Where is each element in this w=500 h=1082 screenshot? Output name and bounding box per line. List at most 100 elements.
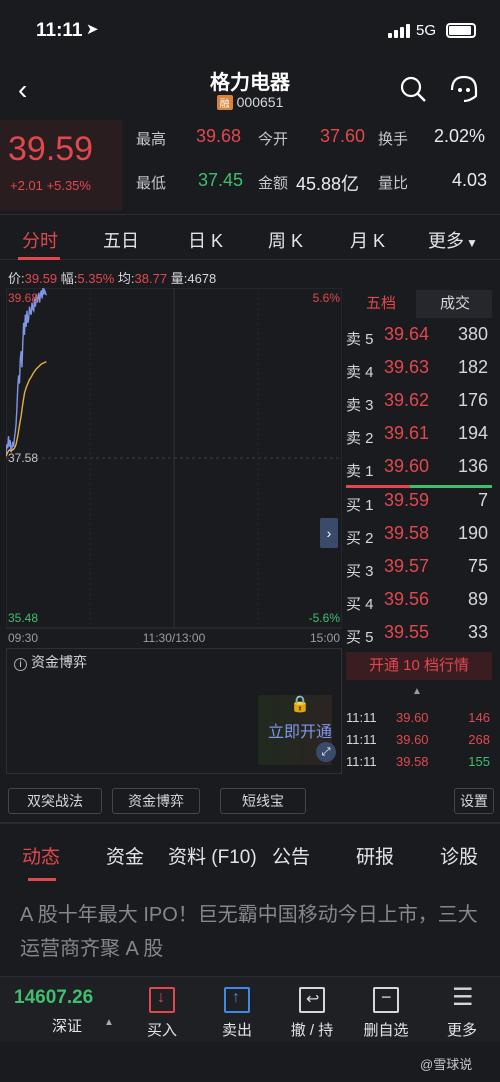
tab-profile[interactable]: 资料 (F10): [168, 842, 257, 869]
more-label: 更多: [446, 1022, 477, 1039]
sell-button[interactable]: ↑ 卖出: [207, 987, 267, 1040]
tab-reports[interactable]: 研报: [356, 842, 394, 869]
y-mid-label: 37.58: [8, 451, 38, 465]
bid-price: 39.57: [384, 556, 430, 576]
ask-vol: 380: [457, 324, 488, 344]
caret-up-icon[interactable]: ▲: [412, 686, 422, 697]
fund-open-link[interactable]: 立即开通: [268, 718, 332, 742]
ask-row: 卖 5 39.64 380: [346, 322, 492, 352]
tick-time: 11:11: [346, 710, 377, 725]
footer: @雪球说: [0, 1042, 500, 1082]
sell-icon: ↑: [224, 987, 250, 1013]
bid-price: 39.59: [384, 490, 430, 510]
nav-bar: ‹ 格力电器 融 000651: [0, 60, 500, 120]
chart-tabs: 分时 五日 日 K 周 K 月 K 更多 ▼: [0, 214, 500, 260]
quote-panel: 39.59 +2.01 +5.35% 最高 39.68 今开 37.60 换手 …: [0, 120, 500, 212]
ask-price: 39.62: [384, 390, 430, 410]
tool-button[interactable]: 资金博弈: [112, 788, 200, 814]
bid-vol: 75: [467, 556, 488, 576]
ask-vol: 194: [457, 423, 488, 443]
quote-label: 最高: [136, 131, 167, 148]
stock-code: 000651: [236, 94, 284, 110]
ask-label: 卖 2: [346, 430, 374, 447]
quote-label: 金额: [258, 175, 289, 192]
tool-button[interactable]: 双突战法: [8, 788, 102, 814]
tick-price: 39.60: [396, 710, 429, 725]
tick-price: 39.58: [396, 754, 429, 769]
buy-button[interactable]: ↓ 买入: [132, 987, 192, 1040]
tab-funds[interactable]: 资金: [106, 842, 144, 869]
quote-value: 37.60: [320, 126, 366, 146]
bid-vol: 89: [467, 589, 488, 609]
remove-watchlist-button[interactable]: − 删自选: [356, 987, 416, 1040]
price-change: +2.01 +5.35%: [10, 178, 91, 193]
ask-price: 39.64: [384, 324, 430, 344]
fund-label: 资金博弈: [31, 654, 87, 670]
more-button[interactable]: ☰ 更多: [432, 984, 492, 1040]
sell-label: 卖出: [221, 1022, 252, 1039]
tool-button[interactable]: 短线宝: [220, 788, 306, 814]
quote-value: 37.45: [198, 170, 244, 190]
ask-label: 卖 3: [346, 397, 374, 414]
ask-price: 39.61: [384, 423, 430, 443]
quote-label: 量比: [378, 175, 409, 192]
expand-panel-icon[interactable]: ›: [320, 518, 338, 548]
ask-label: 卖 5: [346, 331, 374, 348]
bid-row: 买 3 39.57 75: [346, 554, 492, 584]
ask-price: 39.60: [384, 456, 430, 476]
cancel-hold-button[interactable]: ↩ 撤 / 持: [282, 987, 342, 1040]
tab-five-levels[interactable]: 五档: [346, 290, 416, 318]
tick-vol: 268: [468, 732, 490, 747]
x-tick-label: 11:30/13:00: [143, 631, 206, 645]
tab-monthly-k[interactable]: 月 K: [350, 227, 385, 253]
tab-feed[interactable]: 动态: [22, 842, 60, 869]
bid-label: 买 1: [346, 497, 374, 514]
search-icon[interactable]: [400, 76, 426, 102]
x-tick-label: 09:30: [8, 631, 38, 645]
buy-label: 买入: [146, 1022, 177, 1039]
ask-row: 卖 2 39.61 194: [346, 421, 492, 451]
bid-label: 买 4: [346, 596, 374, 613]
bid-label: 买 5: [346, 629, 374, 646]
tab-announcements[interactable]: 公告: [272, 842, 310, 869]
tab-daily-k[interactable]: 日 K: [188, 227, 223, 253]
chevron-down-icon: ▼: [466, 236, 478, 250]
bottom-bar: 14607.26 深证 ▲ ↓ 买入 ↑ 卖出 ↩ 撤 / 持 − 删自选 ☰ …: [0, 976, 500, 1042]
ask-row: 卖 1 39.60 136: [346, 454, 492, 484]
signal-icon: [388, 24, 410, 38]
settings-button[interactable]: 设置: [454, 788, 494, 814]
fullscreen-icon[interactable]: ⤢: [316, 742, 336, 762]
bid-label: 买 3: [346, 563, 374, 580]
index-name[interactable]: 深证: [52, 1015, 82, 1036]
location-arrow-icon: ➤: [86, 21, 99, 38]
ask-row: 卖 4 39.63 182: [346, 355, 492, 385]
current-price: 39.59: [8, 130, 94, 168]
tab-five-day[interactable]: 五日: [103, 227, 139, 253]
intraday-chart[interactable]: 39.68 37.58 35.48 5.6% -5.6% 09:30 11:30…: [6, 288, 342, 648]
info-label: 量:: [170, 271, 188, 286]
ask-label: 卖 1: [346, 463, 374, 480]
fund-title: i 资金博弈: [14, 652, 87, 672]
customer-service-icon[interactable]: [448, 74, 480, 104]
ask-vol: 176: [457, 390, 488, 410]
pct-bottom-label: -5.6%: [309, 611, 341, 625]
tab-intraday[interactable]: 分时: [22, 227, 58, 253]
tab-underline: [18, 257, 60, 260]
tab-more[interactable]: 更多 ▼: [428, 227, 478, 253]
cancel-hold-label: 撤 / 持: [290, 1022, 334, 1039]
open-ten-levels-button[interactable]: 开通 10 档行情: [346, 652, 492, 680]
index-value[interactable]: 14607.26: [14, 987, 93, 1009]
price-line: [6, 288, 47, 457]
tick-time: 11:11: [346, 732, 377, 747]
bid-label: 买 2: [346, 530, 374, 547]
caret-up-icon[interactable]: ▲: [104, 1017, 114, 1028]
ask-vol: 182: [457, 357, 488, 377]
tab-weekly-k[interactable]: 周 K: [268, 227, 303, 253]
bid-price: 39.58: [384, 523, 430, 543]
tab-trades[interactable]: 成交: [418, 290, 492, 318]
news-headline[interactable]: A 股十年最大 IPO！巨无霸中国移动今日上市，三大运营商齐聚 A 股: [20, 898, 490, 966]
tab-diagnosis[interactable]: 诊股: [440, 842, 478, 869]
bid-row: 买 4 39.56 89: [346, 587, 492, 617]
quote-value: 4.03: [452, 170, 488, 190]
info-icon: i: [14, 658, 27, 671]
